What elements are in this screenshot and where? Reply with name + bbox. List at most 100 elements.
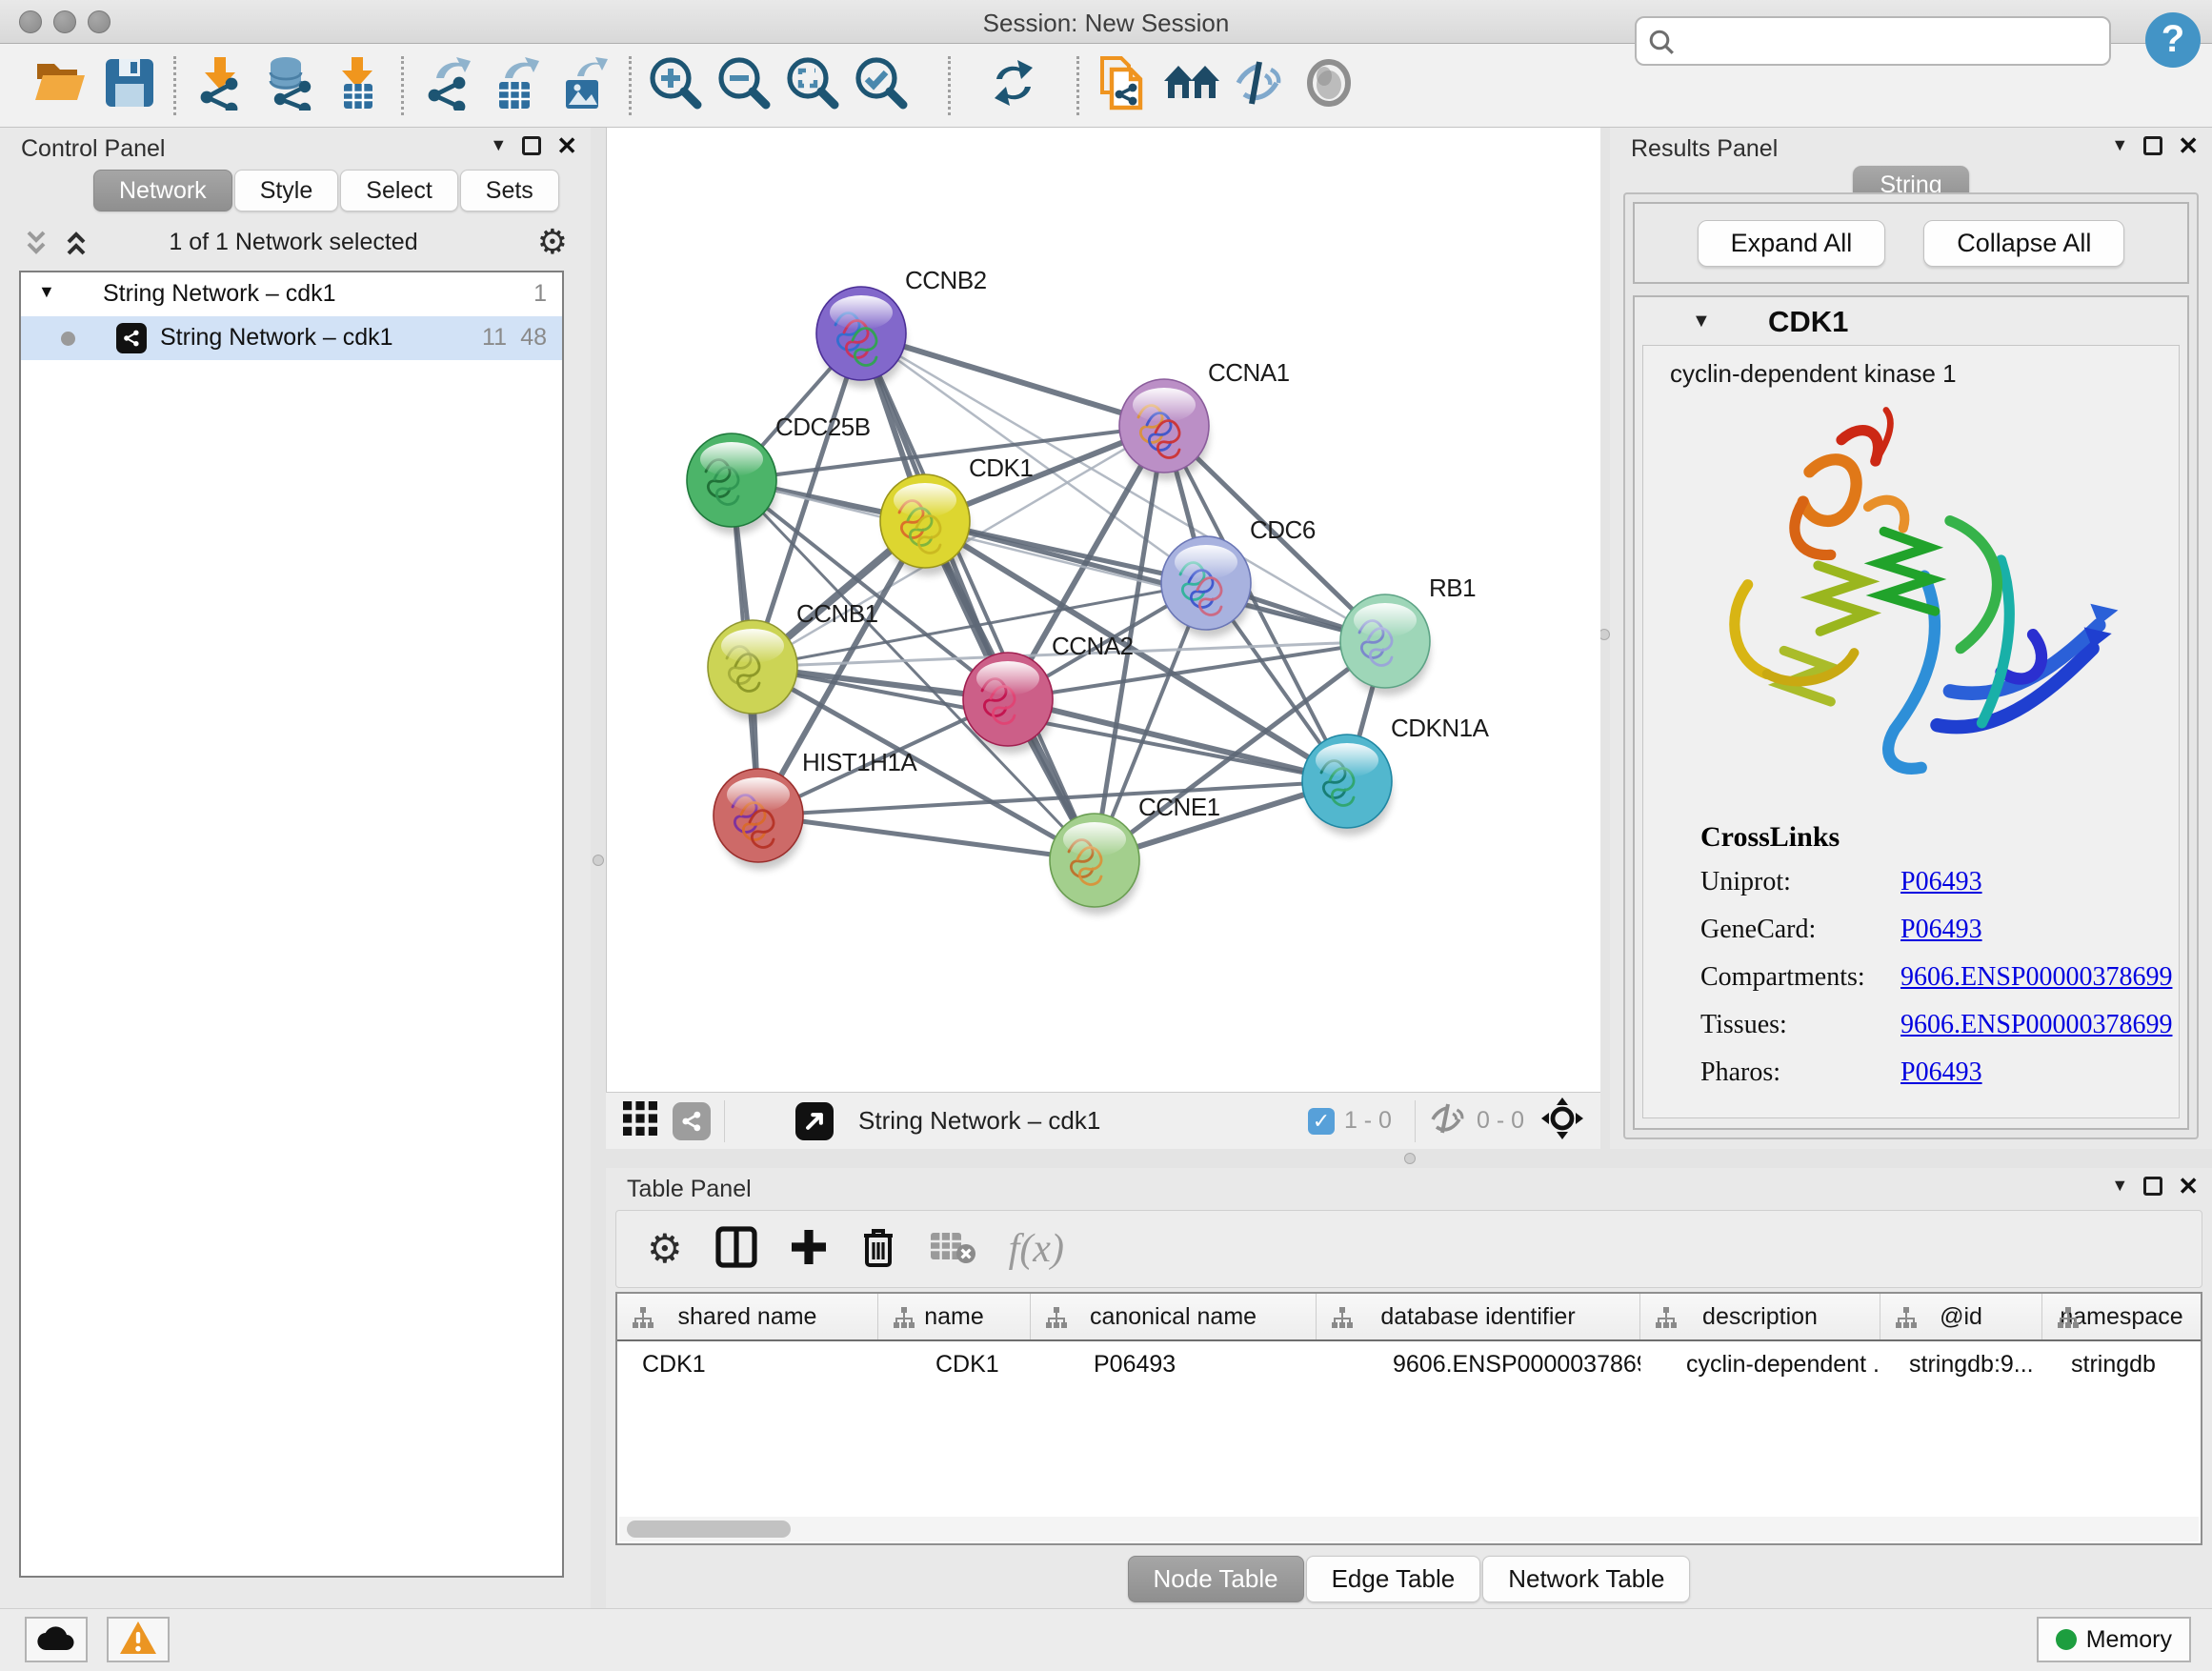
show-columns-icon[interactable] [715, 1226, 757, 1273]
import-table-button[interactable] [323, 53, 392, 118]
horizontal-splitter[interactable] [606, 1149, 2212, 1168]
crosslink-label: Uniprot: [1700, 867, 1900, 897]
panel-float-icon[interactable] [2143, 1177, 2162, 1196]
tab-select[interactable]: Select [340, 170, 457, 211]
export-image-icon [558, 55, 612, 115]
tissues-link[interactable]: 9606.ENSP00000378699 [1900, 1010, 2172, 1040]
refresh-view-button[interactable] [979, 53, 1048, 118]
tab-edge-table[interactable]: Edge Table [1306, 1556, 1481, 1602]
crosslink-label: Tissues: [1700, 1010, 1900, 1040]
network-node-ccna1[interactable] [1119, 379, 1209, 480]
tab-sets[interactable]: Sets [460, 170, 559, 211]
crosslink-label: Compartments: [1700, 962, 1900, 993]
network-type-share-icon[interactable] [673, 1102, 711, 1140]
string-network-graph[interactable]: CCNB2CCNA1CDC25BCDK1CDC6RB1CCNB1CCNA2CDK… [607, 128, 1601, 1092]
pan-crosshair-icon[interactable] [1541, 1097, 1583, 1144]
network-row[interactable]: String Network – cdk1 11 48 [21, 316, 562, 360]
function-builder-button[interactable]: f(x) [1009, 1226, 1064, 1272]
zoom-out-button[interactable] [710, 53, 778, 118]
network-node-hist1h1a[interactable] [714, 769, 803, 870]
export-table-button[interactable] [482, 53, 551, 118]
network-node-ccnb2[interactable] [816, 287, 906, 388]
network-node-rb1[interactable] [1340, 594, 1430, 695]
database-import-icon [261, 55, 316, 115]
zoom-fit-button[interactable] [778, 53, 847, 118]
network-node-cdkn1a[interactable] [1302, 735, 1392, 836]
toolbar-separator [173, 56, 176, 115]
panel-float-icon[interactable] [2143, 136, 2162, 155]
export-network-button[interactable] [413, 53, 482, 118]
refresh-icon [987, 56, 1040, 114]
cloud-tasks-button[interactable] [25, 1617, 88, 1662]
panel-collapse-icon[interactable]: ▼ [490, 135, 507, 155]
zoom-in-button[interactable] [641, 53, 710, 118]
hidden-eye-slash-icon[interactable] [1429, 1102, 1467, 1139]
network-collection-row[interactable]: ▼ String Network – cdk1 1 [21, 272, 562, 316]
column-header-namespace[interactable]: namespace [2042, 1294, 2201, 1339]
column-header-id[interactable]: @id [1880, 1294, 2042, 1339]
network-node-cdk1[interactable] [880, 474, 970, 575]
network-node-cdc25b[interactable] [687, 433, 776, 534]
panel-close-icon[interactable]: ✕ [556, 136, 577, 155]
panel-collapse-icon[interactable]: ▼ [2111, 1176, 2128, 1196]
save-session-button[interactable] [95, 53, 164, 118]
tab-node-table[interactable]: Node Table [1128, 1556, 1304, 1602]
network-node-ccnb1[interactable] [708, 620, 797, 721]
left-splitter-handle[interactable] [593, 855, 604, 866]
table-row[interactable]: CDK1 CDK1 P06493 9606.ENSP00000378699 cy… [617, 1341, 2201, 1389]
help-button[interactable]: ? [2145, 12, 2201, 68]
zoom-selected-button[interactable] [847, 53, 915, 118]
delete-table-icon[interactable] [929, 1229, 976, 1270]
memory-button[interactable]: Memory [2037, 1617, 2191, 1662]
scrollbar-thumb[interactable] [627, 1520, 791, 1538]
uniprot-link[interactable]: P06493 [1900, 867, 1982, 897]
compartments-link[interactable]: 9606.ENSP00000378699 [1900, 962, 2172, 993]
clone-network-button[interactable] [1089, 53, 1157, 118]
node-label-cdc6: CDC6 [1250, 515, 1316, 544]
hide-glass-panel-button[interactable] [1226, 53, 1295, 118]
gene-section-header[interactable]: ▼ CDK1 [1635, 297, 2187, 345]
add-row-icon[interactable] [790, 1228, 828, 1271]
panel-close-icon[interactable]: ✕ [2178, 1177, 2199, 1196]
network-canvas[interactable]: CCNB2CCNA1CDC25BCDK1CDC6RB1CCNB1CCNA2CDK… [606, 128, 1600, 1092]
collection-expand-icon[interactable]: ▼ [38, 282, 55, 302]
network-node-cdc6[interactable] [1161, 536, 1251, 637]
show-glass-panel-button[interactable] [1295, 53, 1363, 118]
collapse-all-button[interactable]: Collapse All [1923, 220, 2124, 267]
import-network-database-button[interactable] [254, 53, 323, 118]
tab-network-table[interactable]: Network Table [1482, 1556, 1690, 1602]
node-label-rb1: RB1 [1429, 574, 1476, 602]
panel-close-icon[interactable]: ✕ [2178, 136, 2199, 155]
column-header-database-identifier[interactable]: database identifier [1317, 1294, 1640, 1339]
left-splitter[interactable] [591, 128, 606, 1608]
delete-row-trash-icon[interactable] [860, 1226, 896, 1273]
pharos-link[interactable]: P06493 [1900, 1057, 1982, 1088]
export-image-button[interactable] [551, 53, 619, 118]
section-expand-icon[interactable]: ▼ [1692, 311, 1711, 332]
string-home-button[interactable] [1157, 53, 1226, 118]
column-header-description[interactable]: description [1640, 1294, 1880, 1339]
warnings-button[interactable] [107, 1617, 170, 1662]
column-header-shared-name[interactable]: shared name [617, 1294, 878, 1339]
horizontal-splitter-handle[interactable] [1404, 1153, 1416, 1164]
expand-all-button[interactable]: Expand All [1698, 220, 1886, 267]
column-header-canonical-name[interactable]: canonical name [1031, 1294, 1317, 1339]
selected-nodes-checkbox[interactable]: ✓ [1308, 1108, 1335, 1135]
network-node-ccne1[interactable] [1050, 814, 1139, 915]
panel-float-icon[interactable] [522, 136, 541, 155]
search-input[interactable] [1635, 16, 2111, 66]
import-network-file-button[interactable] [186, 53, 254, 118]
birds-eye-view-icon[interactable] [621, 1099, 659, 1142]
panel-collapse-icon[interactable]: ▼ [2111, 135, 2128, 155]
table-horizontal-scrollbar[interactable] [619, 1517, 2199, 1541]
right-splitter[interactable] [1600, 128, 1610, 1153]
table-options-gear-icon[interactable]: ⚙ [647, 1232, 683, 1266]
column-header-name[interactable]: name [878, 1294, 1031, 1339]
open-session-button[interactable] [27, 53, 95, 118]
open-in-new-window-icon[interactable] [795, 1102, 834, 1140]
tab-network[interactable]: Network [93, 170, 232, 211]
node-label-ccna1: CCNA1 [1208, 358, 1290, 387]
network-options-gear-icon[interactable]: ⚙ [537, 225, 568, 259]
tab-style[interactable]: Style [234, 170, 339, 211]
genecard-link[interactable]: P06493 [1900, 915, 1982, 945]
